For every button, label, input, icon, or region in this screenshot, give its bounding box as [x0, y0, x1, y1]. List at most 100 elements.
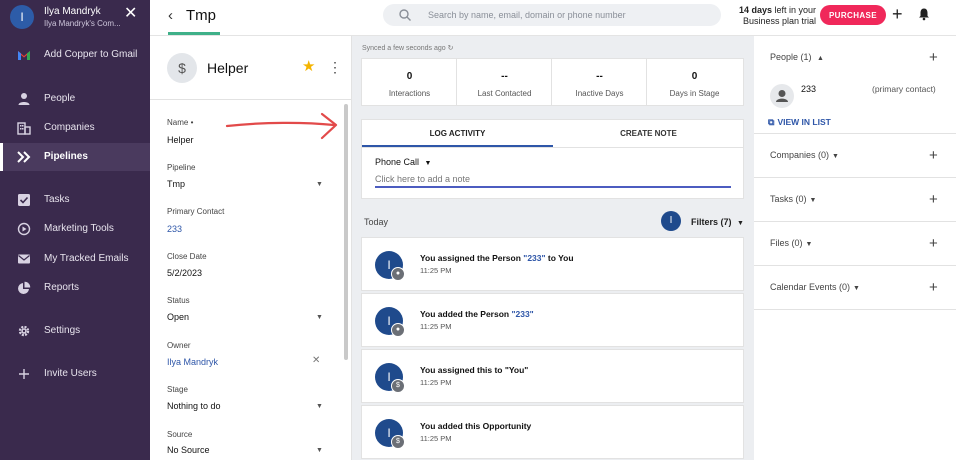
add-person-icon[interactable]: +	[929, 50, 938, 65]
pipeline-icon	[17, 151, 31, 163]
stat-value: --	[501, 71, 508, 82]
field-label-owner: Owner	[167, 341, 191, 350]
stat-label: Interactions	[388, 89, 431, 98]
filter-user-avatar[interactable]: I	[661, 211, 681, 231]
chevron-down-icon[interactable]: ▼	[316, 314, 323, 321]
purchase-button[interactable]: PURCHASE	[820, 5, 886, 25]
stat-inactive-days: -- Inactive Days	[552, 59, 647, 105]
stat-value: 0	[691, 71, 698, 82]
sidebar-item-label: Tasks	[44, 194, 70, 205]
dollar-icon: $	[391, 435, 405, 449]
sidebar-item-label: Pipelines	[44, 151, 88, 162]
trial-notice: 14 days left in your Business plan trial	[738, 5, 816, 27]
sidebar-item-settings[interactable]: Settings	[0, 317, 150, 345]
chevron-down-icon[interactable]: ▼	[316, 447, 323, 454]
sidebar-item-people[interactable]: People	[0, 85, 150, 113]
sidebar-item-label: My Tracked Emails	[44, 253, 129, 264]
sidebar-item-tasks[interactable]: Tasks	[0, 186, 150, 214]
clear-owner-icon[interactable]: ✕	[312, 355, 320, 366]
sync-status: Synced a few seconds ago ↻	[362, 45, 454, 52]
person-icon: ●	[391, 267, 405, 281]
stat-label: Last Contacted	[477, 89, 532, 98]
chevron-down-icon: ▼	[737, 220, 744, 227]
sidebar-item-label: Settings	[44, 325, 81, 336]
sidebar-item-label: Reports	[44, 282, 80, 293]
tab-divider	[362, 147, 743, 148]
add-plus-icon[interactable]: +	[892, 5, 903, 23]
feed-date-header: Today	[364, 217, 389, 227]
close-date-field[interactable]: 5/2/2023	[167, 268, 202, 278]
chevron-down-icon[interactable]: ▼	[316, 181, 323, 188]
back-arrow-icon[interactable]: ‹	[168, 8, 173, 23]
feed-link[interactable]: "233"	[511, 309, 533, 319]
field-label-primary-contact: Primary Contact	[167, 207, 225, 216]
sidebar-item-marketing-tools[interactable]: Marketing Tools	[0, 215, 150, 243]
calendar-section: Calendar Events (0) ▼ +	[754, 266, 956, 310]
calendar-toggle[interactable]: Calendar Events (0) ▼	[770, 282, 860, 292]
field-label-pipeline: Pipeline	[167, 163, 196, 172]
feed-text: You added the Person "233"	[420, 309, 534, 319]
primary-contact-link[interactable]: 233	[167, 224, 182, 234]
sidebar-item-tracked-emails[interactable]: My Tracked Emails	[0, 245, 150, 273]
feed-item[interactable]: I $ You assigned this to "You" 11:25 PM	[361, 349, 744, 403]
feed-item[interactable]: I $ You added this Opportunity 11:25 PM	[361, 405, 744, 459]
stage-select[interactable]: Nothing to do	[167, 401, 221, 411]
people-section: People (1) ▲ + 233 (primary contact) ⧉ VI…	[754, 36, 956, 134]
view-in-list-link[interactable]: ⧉ VIEW IN LIST	[768, 117, 831, 128]
user-menu[interactable]: I Ilya Mandryk Ilya Mandryk's Com... ✕	[0, 0, 150, 36]
feed-link[interactable]: "233"	[523, 253, 545, 263]
add-file-icon[interactable]: +	[929, 236, 938, 251]
user-company: Ilya Mandryk's Com...	[44, 19, 121, 28]
sidebar-item-invite-users[interactable]: Invite Users	[0, 360, 150, 388]
more-options-icon[interactable]: ⋮	[328, 60, 342, 74]
chevron-down-icon[interactable]: ▼	[316, 403, 323, 410]
tab-log-activity[interactable]: LOG ACTIVITY	[362, 120, 553, 147]
person-icon	[18, 93, 30, 105]
activity-type-select[interactable]: Phone Call ▼	[375, 157, 431, 167]
add-company-icon[interactable]: +	[929, 148, 938, 163]
add-task-icon[interactable]: +	[929, 192, 938, 207]
activity-composer: LOG ACTIVITY CREATE NOTE Phone Call ▼	[361, 119, 744, 199]
sidebar-item-pipelines[interactable]: Pipelines	[0, 143, 150, 171]
status-select[interactable]: Open	[167, 312, 189, 322]
pipeline-select[interactable]: Tmp	[167, 179, 185, 189]
source-select[interactable]: No Source	[167, 445, 210, 455]
people-toggle[interactable]: People (1) ▲	[770, 52, 824, 62]
add-calendar-event-icon[interactable]: +	[929, 280, 938, 295]
person-role: (primary contact)	[872, 84, 936, 94]
companies-toggle[interactable]: Companies (0) ▼	[770, 150, 839, 160]
star-icon[interactable]: ★	[302, 59, 315, 74]
sidebar: I Ilya Mandryk Ilya Mandryk's Com... ✕ A…	[0, 0, 150, 460]
filters-dropdown[interactable]: Filters (7) ▼	[691, 217, 744, 227]
tab-create-note[interactable]: CREATE NOTE	[553, 120, 744, 147]
search-input[interactable]	[428, 6, 708, 24]
person-icon	[776, 90, 788, 102]
plus-icon	[19, 369, 29, 379]
owner-field[interactable]: Ilya Mandryk	[167, 357, 218, 367]
external-link-icon: ⧉	[768, 117, 775, 127]
sidebar-item-label: People	[44, 93, 76, 104]
stat-last-contacted: -- Last Contacted	[457, 59, 552, 105]
sidebar-item-reports[interactable]: Reports	[0, 274, 150, 302]
files-toggle[interactable]: Files (0) ▼	[770, 238, 812, 248]
sidebar-item-add-to-gmail[interactable]: Add Copper to Gmail	[0, 41, 150, 69]
tasks-toggle[interactable]: Tasks (0) ▼	[770, 194, 816, 204]
feed-text-part: You assigned the Person	[420, 253, 524, 263]
note-input[interactable]	[375, 172, 731, 188]
name-field[interactable]: Helper	[167, 135, 194, 145]
top-bar: ‹ Tmp 14 days left in your Business plan…	[150, 0, 956, 36]
person-icon: ●	[391, 323, 405, 337]
person-name-link[interactable]: 233	[801, 84, 816, 94]
sidebar-item-companies[interactable]: Companies	[0, 114, 150, 142]
scrollbar[interactable]	[344, 104, 348, 360]
checkbox-icon	[18, 194, 30, 206]
feed-item[interactable]: I ● You added the Person "233" 11:25 PM	[361, 293, 744, 347]
feed-text: You assigned this to "You"	[420, 365, 529, 375]
stat-value: --	[596, 71, 603, 82]
close-icon[interactable]: ✕	[124, 6, 137, 22]
title-underline	[168, 32, 220, 35]
feed-item[interactable]: I ● You assigned the Person "233" to You…	[361, 237, 744, 291]
bell-icon[interactable]	[917, 7, 931, 21]
building-icon	[17, 122, 31, 135]
gmail-icon	[18, 51, 30, 60]
